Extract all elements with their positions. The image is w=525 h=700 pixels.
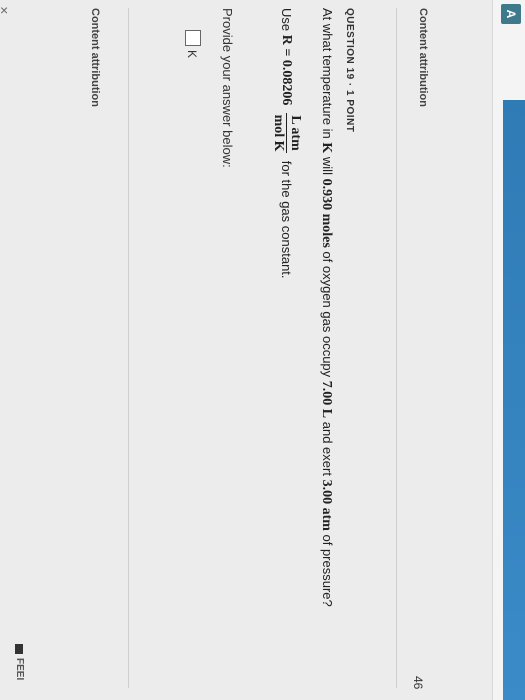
divider [128, 8, 129, 688]
question-header: QUESTION 19 · 1 POINT [344, 8, 355, 133]
screen: A 46 Content attribution QUESTION 19 · 1… [0, 0, 525, 700]
gas-constant-text: Use R = 0.08206 L atm mol K for the gas … [271, 8, 303, 279]
reader-icon[interactable]: A [501, 4, 521, 24]
page-number: 46 [411, 676, 425, 690]
feedback-button[interactable]: FEEI [14, 644, 25, 680]
question-text: At what temperature in K will 0.930 mole… [319, 8, 335, 607]
header-bar [503, 100, 525, 700]
answer-unit: K [185, 50, 199, 59]
divider [396, 8, 397, 688]
gas-constant-units: L atm mol K [271, 113, 303, 153]
answer-prompt: Provide your answer below: [220, 8, 235, 168]
close-icon: × [0, 2, 9, 18]
feedback-icon [15, 644, 24, 654]
content-attribution-top[interactable]: Content attribution [417, 8, 429, 107]
top-bar: A [492, 0, 525, 700]
close-button[interactable]: × [0, 2, 497, 20]
answer-input[interactable] [185, 30, 201, 46]
content-attribution-bottom[interactable]: Content attribution [89, 8, 101, 107]
